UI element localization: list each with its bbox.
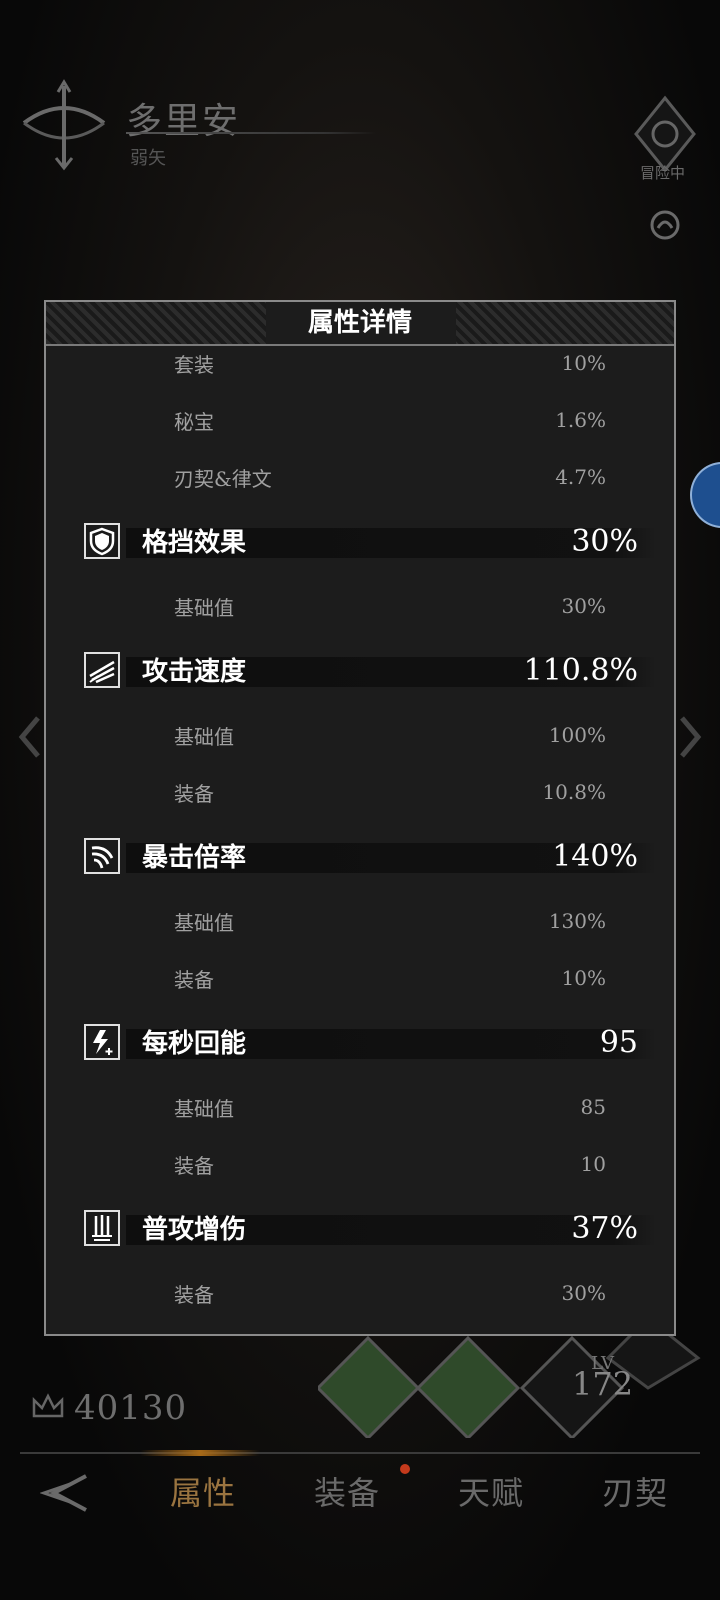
level-indicator: LV 172	[572, 1355, 634, 1403]
sub-row-value: 30%	[561, 1281, 606, 1305]
triple-blade-icon	[84, 1210, 120, 1246]
sub-row-value: 85	[580, 1095, 606, 1119]
sub-row-label: 装备	[174, 1153, 214, 1178]
stat-value: 37%	[571, 1211, 638, 1246]
skill-diamond-slots[interactable]	[318, 1318, 718, 1438]
claw-icon	[84, 838, 120, 874]
character-name: 多里安	[126, 101, 241, 142]
nav-active-indicator	[140, 1450, 260, 1456]
stat-name: 普攻增伤	[142, 1215, 247, 1245]
combat-power-value: 40130	[74, 1388, 188, 1428]
attribute-sub-row: 基础值 100%	[174, 720, 606, 750]
sub-row-value: 130%	[548, 909, 606, 933]
combat-power: 40130	[30, 1388, 187, 1428]
sub-row-value: 100%	[548, 723, 606, 747]
attribute-stat-row[interactable]: 攻击速度 110.8%	[84, 652, 660, 692]
sub-row-value: 10	[580, 1152, 606, 1176]
sub-row-value: 4.7%	[555, 465, 606, 489]
stat-name: 每秒回能	[142, 1029, 247, 1059]
shield-icon	[84, 523, 120, 559]
attribute-sub-row: 装备 30%	[174, 1278, 606, 1308]
bow-emblem-icon	[22, 79, 106, 171]
modal-title: 属性详情	[307, 308, 412, 338]
back-icon[interactable]	[40, 1472, 90, 1514]
next-character-arrow-icon[interactable]	[676, 712, 706, 762]
stat-value: 30%	[571, 524, 638, 559]
bottom-nav: 属性 装备 天赋 刃契	[0, 1462, 720, 1526]
sub-row-label: 装备	[174, 1282, 214, 1307]
attribute-stat-row[interactable]: 格挡效果 30%	[84, 523, 660, 563]
attribute-sub-row: 装备 10	[174, 1149, 606, 1179]
attribute-list[interactable]: 套装 10% 秘宝 1.6% 刃契&律文 4.7% 格挡效果 30% 基础值 30% 攻击速度 110…	[46, 346, 674, 1334]
sub-row-label: 秘宝	[174, 409, 214, 434]
attribute-stat-row[interactable]: 普攻增伤 37%	[84, 1210, 660, 1250]
sub-row-label: 基础值	[174, 724, 234, 749]
tab-blade-pact[interactable]: 刃契	[602, 1468, 668, 1514]
sub-row-label: 基础值	[174, 595, 234, 620]
attribute-sub-row: 刃契&律文 4.7%	[174, 462, 606, 492]
sub-row-label: 刃契&律文	[174, 466, 272, 491]
level-value: 172	[572, 1365, 634, 1403]
sub-row-label: 基础值	[174, 1096, 234, 1121]
attribute-sub-row: 套装 10%	[174, 348, 606, 378]
attribute-stat-row[interactable]: 每秒回能 95	[84, 1024, 660, 1064]
attribute-sub-row: 基础值 30%	[174, 591, 606, 621]
attribute-stat-row[interactable]: 暴击倍率 140%	[84, 838, 660, 878]
sub-row-value: 10.8%	[542, 780, 606, 804]
crown-icon	[32, 1393, 64, 1418]
sub-row-label: 装备	[174, 967, 214, 992]
nav-divider	[20, 1452, 700, 1454]
sub-row-label: 基础值	[174, 910, 234, 935]
character-class: 弱矢	[130, 148, 166, 169]
attribute-sub-row: 装备 10%	[174, 963, 606, 993]
stat-name: 格挡效果	[142, 528, 247, 558]
attribute-sub-row: 秘宝 1.6%	[174, 405, 606, 435]
name-divider	[126, 132, 376, 134]
attribute-sub-row: 基础值 130%	[174, 906, 606, 936]
sub-row-value: 1.6%	[555, 408, 606, 432]
prev-character-arrow-icon[interactable]	[14, 712, 44, 762]
modal-header: 属性详情	[46, 302, 674, 346]
sub-row-label: 装备	[174, 781, 214, 806]
sub-row-value: 10%	[561, 351, 606, 375]
lightning-plus-icon	[84, 1024, 120, 1060]
attribute-details-modal: 属性详情 套装 10% 秘宝 1.6% 刃契&律文 4.7% 格挡效果 30% 基础值 30% 攻击…	[44, 300, 676, 1336]
attribute-sub-row: 装备 10.8%	[174, 777, 606, 807]
attribute-sub-row: 基础值 85	[174, 1092, 606, 1122]
sub-row-value: 10%	[561, 966, 606, 990]
status-label: 冒险中	[640, 164, 686, 182]
sub-row-label: 套装	[174, 352, 214, 377]
tab-equipment[interactable]: 装备	[314, 1468, 380, 1514]
stat-name: 攻击速度	[142, 657, 247, 687]
speed-wing-icon	[84, 652, 120, 688]
tab-attributes[interactable]: 属性	[170, 1468, 236, 1514]
stat-value: 140%	[552, 839, 638, 874]
sub-row-value: 30%	[561, 594, 606, 618]
side-action-icon[interactable]	[648, 208, 682, 242]
tab-talent[interactable]: 天赋	[458, 1468, 524, 1514]
stat-value: 110.8%	[523, 653, 638, 688]
stat-value: 95	[599, 1025, 638, 1060]
stat-name: 暴击倍率	[142, 843, 247, 873]
equipment-badge	[400, 1464, 410, 1474]
